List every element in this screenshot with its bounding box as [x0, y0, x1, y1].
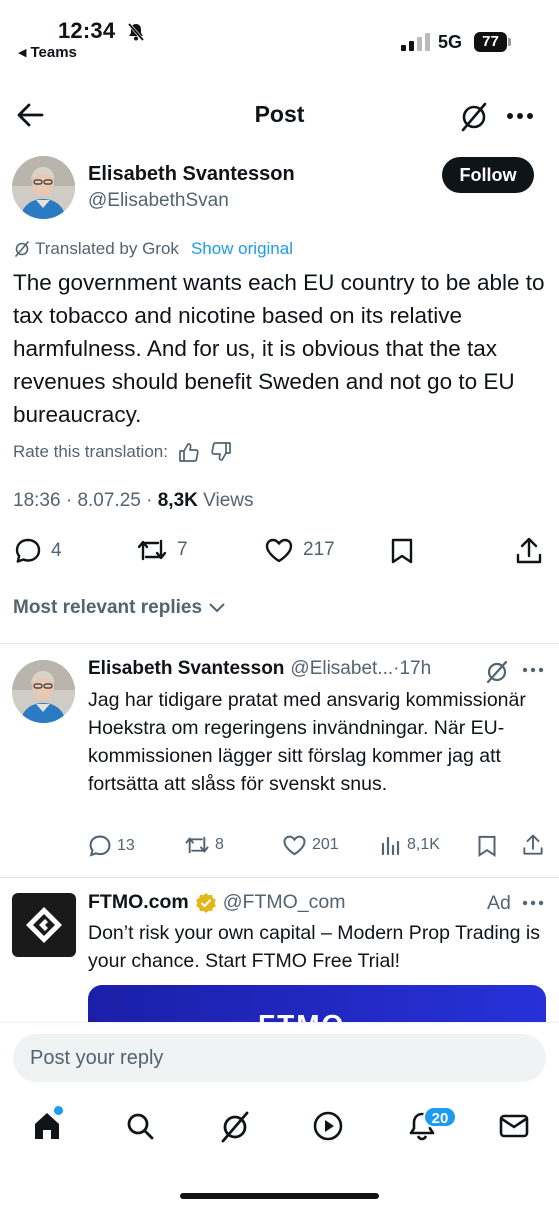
- status-bar: 12:34 ◀ Teams 5G 77: [0, 0, 559, 64]
- reply-author-handle[interactable]: @Elisabet...: [290, 658, 393, 680]
- reply-repost-count: 8: [215, 836, 224, 853]
- reply-input[interactable]: [13, 1034, 546, 1082]
- battery-nub: [508, 38, 511, 46]
- divider: [0, 877, 559, 878]
- translated-by-label: Translated by Grok: [35, 239, 179, 258]
- back-to-app-link[interactable]: ◀ Teams: [18, 44, 77, 61]
- post-time: 18:36: [13, 490, 61, 511]
- chevron-down-icon: [208, 602, 226, 614]
- reply-grok-icon[interactable]: [484, 659, 510, 685]
- home-indicator: [180, 1193, 379, 1199]
- back-app-label: Teams: [30, 44, 77, 61]
- share-icon: [522, 834, 544, 856]
- like-button[interactable]: 217: [264, 537, 335, 563]
- tab-video[interactable]: [312, 1110, 344, 1142]
- bookmark-button[interactable]: [390, 537, 414, 565]
- reply-reply-count: 13: [117, 837, 135, 854]
- analytics-icon: [380, 834, 402, 856]
- reply-icon: [88, 834, 112, 858]
- thumbs-up-icon[interactable]: [178, 442, 200, 462]
- thumbs-down-icon[interactable]: [210, 442, 232, 462]
- ftmo-logo[interactable]: [12, 893, 76, 957]
- post-meta: 18:36 · 8.07.25 · 8,3K Views: [13, 490, 254, 511]
- repost-button[interactable]: 7: [136, 537, 188, 563]
- reply-like-button[interactable]: 201: [282, 834, 339, 856]
- author-avatar[interactable]: [12, 156, 75, 219]
- reply-icon: [14, 537, 42, 565]
- share-icon: [515, 537, 543, 565]
- author-handle[interactable]: @ElisabethSvan: [88, 190, 229, 212]
- reply-button[interactable]: 4: [14, 537, 62, 565]
- reply-reply-button[interactable]: 13: [88, 834, 135, 858]
- reply-text: Jag har tidigare pratat med ansvarig kom…: [88, 689, 526, 795]
- grok-icon[interactable]: [458, 101, 490, 133]
- replies-sort-label: Most relevant replies: [13, 597, 203, 618]
- rate-translation-label: Rate this translation:: [13, 442, 168, 461]
- reply-count: 4: [51, 540, 62, 561]
- ad-author-handle[interactable]: @FTMO_com: [223, 891, 346, 914]
- grok-small-icon: [13, 240, 31, 258]
- bookmark-icon: [477, 834, 497, 858]
- post-text: The government wants each EU country to …: [13, 270, 545, 427]
- repost-icon: [184, 834, 210, 856]
- views-label: Views: [203, 490, 254, 511]
- like-count: 217: [303, 539, 335, 560]
- verified-gold-icon: [195, 892, 217, 914]
- author-name[interactable]: Elisabeth Svantesson: [88, 163, 295, 186]
- reply-views-count: 8,1K: [407, 836, 440, 853]
- reply-views-button[interactable]: 8,1K: [380, 834, 440, 856]
- status-time: 12:34: [58, 18, 116, 43]
- reply-time: 17h: [399, 658, 432, 679]
- views-count: 8,3K: [157, 490, 198, 511]
- more-options-icon[interactable]: [506, 112, 534, 120]
- tab-grok[interactable]: [218, 1110, 252, 1144]
- reply-more-icon[interactable]: [522, 667, 544, 673]
- follow-button[interactable]: Follow: [442, 157, 534, 193]
- translation-notice: Translated by Grok Show original: [13, 239, 293, 259]
- ad-text: Don’t risk your own capital – Modern Pro…: [88, 922, 540, 972]
- reply-share-button[interactable]: [522, 834, 544, 856]
- share-button[interactable]: [515, 537, 543, 565]
- network-type: 5G: [438, 32, 463, 52]
- back-triangle-icon: ◀: [18, 47, 27, 59]
- battery-icon: 77: [474, 32, 507, 52]
- home-notification-dot: [54, 1106, 63, 1115]
- reply-header: Elisabeth Svantesson @Elisabet... · 17h: [88, 658, 431, 680]
- ad-header: FTMO.com @FTMO_com: [88, 891, 345, 914]
- bell-off-icon: [126, 22, 146, 42]
- ad-label: Ad: [487, 892, 511, 914]
- divider: [0, 643, 559, 644]
- replies-sort-dropdown[interactable]: Most relevant replies: [13, 597, 226, 619]
- ad-author-name[interactable]: FTMO.com: [88, 891, 189, 914]
- show-original-link[interactable]: Show original: [191, 239, 293, 259]
- ad-more-icon[interactable]: [522, 900, 544, 906]
- ad-media-card[interactable]: FTMO: [88, 985, 546, 1025]
- rate-translation: Rate this translation:: [13, 442, 232, 462]
- repost-icon: [136, 537, 168, 563]
- reply-author-avatar[interactable]: [12, 660, 75, 723]
- heart-icon: [282, 834, 307, 856]
- tab-messages[interactable]: [498, 1110, 530, 1142]
- reply-repost-button[interactable]: 8: [184, 834, 224, 856]
- signal-icon: [401, 33, 431, 51]
- notifications-badge: 20: [423, 1106, 457, 1128]
- reply-bookmark-button[interactable]: [477, 834, 497, 858]
- heart-icon: [264, 537, 294, 563]
- reply-author-name[interactable]: Elisabeth Svantesson: [88, 658, 284, 680]
- tab-search[interactable]: [124, 1110, 156, 1142]
- post-date: 8.07.25: [77, 490, 141, 511]
- reply-like-count: 201: [312, 836, 339, 853]
- repost-count: 7: [177, 539, 188, 560]
- bookmark-icon: [390, 537, 414, 565]
